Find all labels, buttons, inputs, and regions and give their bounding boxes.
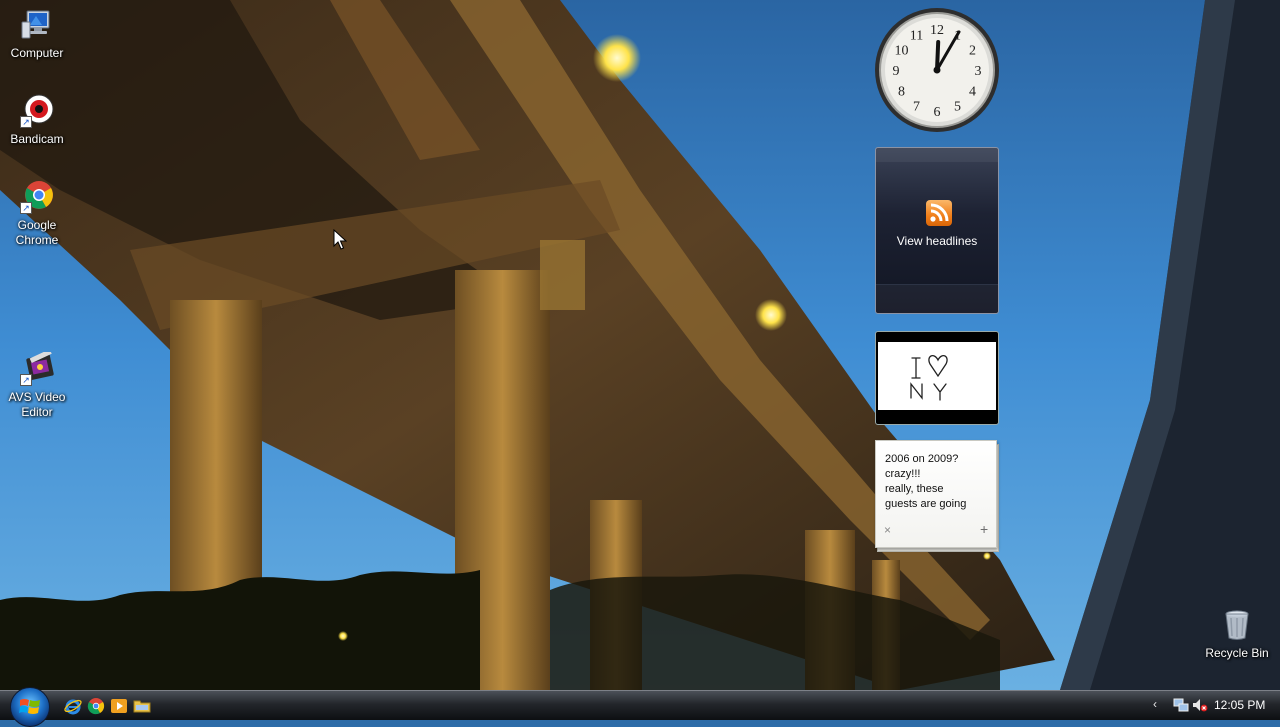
feed-gadget-footer [876, 284, 998, 313]
recycle-bin-label: Recycle Bin [1205, 646, 1269, 660]
add-note-button[interactable]: + [980, 521, 988, 537]
windows-logo-icon [19, 699, 40, 714]
volume-muted-icon[interactable] [1192, 697, 1208, 713]
note-line: guests are going [885, 498, 967, 510]
chrome-icon: ↗ [20, 180, 54, 214]
clock-numeral: 8 [898, 85, 905, 100]
slideshow-gadget[interactable] [875, 331, 999, 425]
show-hidden-icons-button[interactable]: ‹ [1153, 697, 1157, 711]
bandicam-label: Bandicam [10, 132, 64, 146]
desktop-icon-avs-video-editor[interactable]: ↗ AVS Video Editor [0, 349, 74, 420]
taskbar [0, 690, 1280, 720]
rss-feed-icon [926, 200, 952, 226]
clock-numeral: 3 [975, 64, 982, 79]
avs-video-editor-label-line1: AVS Video [8, 390, 66, 404]
google-chrome-label-line2: Chrome [15, 233, 59, 247]
recycle-bin-icon [1220, 608, 1254, 642]
clock-gadget[interactable]: 121234567891011 [873, 6, 1001, 134]
clock-numeral: 7 [913, 100, 920, 115]
note-line: crazy!!! [885, 468, 921, 480]
feed-gadget-header [876, 148, 998, 162]
note-line: really, these [885, 483, 944, 495]
feed-headlines-gadget[interactable]: View headlines [875, 147, 999, 314]
shortcut-arrow-icon: ↗ [20, 116, 32, 128]
mouse-cursor-icon [333, 228, 348, 256]
clock-numeral: 12 [930, 23, 944, 38]
internet-explorer-icon[interactable] [64, 697, 82, 715]
note-line: 2006 on 2009? [885, 453, 959, 465]
clock-numeral: 5 [954, 100, 961, 115]
start-button[interactable] [10, 687, 50, 727]
shortcut-arrow-icon: ↗ [20, 374, 32, 386]
folder-icon[interactable] [133, 697, 151, 715]
bandicam-icon: ↗ [20, 94, 54, 128]
taskbar-clock[interactable]: 12:05 PM [1214, 697, 1265, 713]
media-player-icon[interactable] [110, 697, 128, 715]
computer-icon [20, 8, 54, 42]
google-chrome-label-line1: Google [17, 218, 57, 232]
clock-numeral: 4 [969, 85, 976, 100]
notes-gadget[interactable]: 2006 on 2009? crazy!!! really, these gue… [875, 440, 999, 552]
note-text[interactable]: 2006 on 2009? crazy!!! really, these gue… [885, 452, 989, 514]
desktop-icon-recycle-bin[interactable]: Recycle Bin [1200, 608, 1274, 661]
chrome-icon[interactable] [87, 697, 105, 715]
clock-numeral: 2 [969, 44, 976, 59]
desktop-wallpaper [0, 0, 1280, 690]
clock-numeral: 9 [893, 64, 900, 79]
desktop-icon-bandicam[interactable]: ↗ Bandicam [0, 94, 74, 147]
avs-video-editor-icon: ↗ [20, 349, 54, 386]
view-headlines-link[interactable]: View headlines [876, 234, 998, 248]
desktop-icon-computer[interactable]: Computer [0, 8, 74, 61]
clock-numeral: 6 [934, 105, 941, 120]
computer-label: Computer [10, 46, 64, 60]
delete-note-button[interactable]: × [884, 523, 891, 537]
desktop-icon-google-chrome[interactable]: ↗ Google Chrome [0, 180, 74, 248]
avs-video-editor-label-line2: Editor [21, 405, 53, 419]
note-paper: 2006 on 2009? crazy!!! really, these gue… [875, 440, 997, 548]
clock-numeral: 10 [895, 44, 909, 59]
clock-numeral: 11 [910, 29, 923, 44]
slideshow-picture [878, 342, 996, 410]
network-icon[interactable] [1173, 697, 1189, 713]
shortcut-arrow-icon: ↗ [20, 202, 32, 214]
